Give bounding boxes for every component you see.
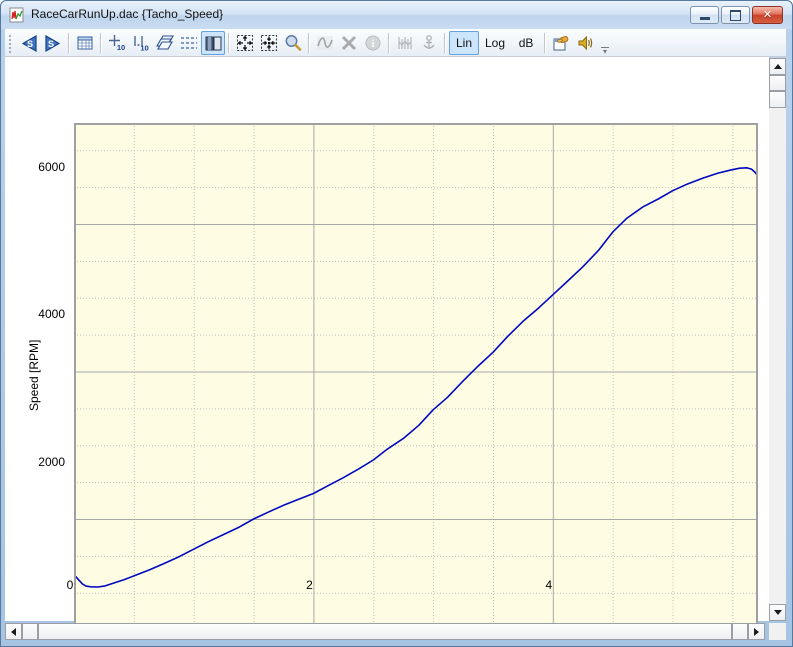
scale-linear-button[interactable]: Lin: [449, 31, 479, 55]
close-button[interactable]: ✕: [752, 6, 783, 24]
horizontal-scroll-thumb[interactable]: [38, 623, 732, 640]
zoom-tool-button[interactable]: [281, 31, 305, 55]
transfer-data-button[interactable]: [549, 31, 573, 55]
x-tick-label: 4: [529, 578, 569, 592]
anchor-icon: [419, 33, 439, 53]
svg-text:10: 10: [140, 43, 148, 52]
toolbar: S S 10 10 i LinLogdB ▾: [5, 29, 786, 57]
zoom-out-arrows-icon: [235, 33, 255, 53]
stacked-curves-button[interactable]: [153, 31, 177, 55]
chart-area: Speed [RPM] Time [Sec] 200040006000024: [5, 57, 769, 621]
vertical-scroll-thumb[interactable]: [769, 91, 786, 108]
vertical-cursors-button[interactable]: 10: [129, 31, 153, 55]
right-arrow-icon: [754, 628, 759, 636]
line-segments-button[interactable]: [177, 31, 201, 55]
scroll-up-button[interactable]: [769, 58, 786, 75]
data-grid-button[interactable]: [73, 31, 97, 55]
down-arrow-icon: [774, 610, 782, 615]
left-zoom-handle[interactable]: [22, 623, 38, 640]
maximize-button[interactable]: [721, 6, 750, 24]
scale-log-button[interactable]: Log: [479, 31, 511, 55]
vertical-zoom-handle[interactable]: [769, 75, 786, 91]
y-tick-label: 6000: [17, 160, 65, 174]
toolbar-separator: [544, 33, 546, 53]
prev-s-icon: S: [19, 33, 39, 53]
toolbar-separator: [308, 33, 310, 53]
x-tick-label: 2: [289, 578, 329, 592]
window-title: RaceCarRunUp.dac {Tacho_Speed}: [31, 7, 223, 21]
toolbar-separator: [444, 33, 446, 53]
signal-info-button[interactable]: i: [361, 31, 385, 55]
vertical-scroll-track[interactable]: [769, 108, 786, 604]
x-tick-label: 0: [50, 578, 90, 592]
split-view-icon: [203, 33, 223, 53]
split-display-button[interactable]: [201, 31, 225, 55]
horizontal-scrollbar[interactable]: [5, 623, 765, 640]
harmonic-cursor-button[interactable]: [417, 31, 441, 55]
vertical-scrollbar[interactable]: [769, 58, 786, 621]
y-tick-label: 4000: [17, 307, 65, 321]
toolbar-separator: [388, 33, 390, 53]
transfer-icon: [551, 33, 571, 53]
svg-text:i: i: [372, 39, 375, 50]
cascade-icon: [155, 33, 175, 53]
dashed-rows-icon: [179, 33, 199, 53]
left-arrow-icon: [11, 628, 16, 636]
x-mark-icon: [339, 33, 359, 53]
minimize-button[interactable]: [690, 6, 719, 24]
zoom-full-range-button[interactable]: [233, 31, 257, 55]
crosshair-10-icon: 10: [107, 33, 127, 53]
toolbar-separator: [228, 33, 230, 53]
play-sound-button[interactable]: [573, 31, 597, 55]
scroll-right-button[interactable]: [748, 623, 765, 640]
next-s-icon: S: [43, 33, 63, 53]
curve-window: RaceCarRunUp.dac {Tacho_Speed} ✕ S S 10 10 i…: [0, 0, 793, 647]
scrollbar-corner: [769, 623, 786, 640]
toolbar-separator: [68, 33, 70, 53]
plot-area[interactable]: [74, 123, 758, 627]
remove-signal-button[interactable]: [337, 31, 361, 55]
minimize-icon: [700, 17, 710, 20]
curve-window-icon: [9, 7, 25, 23]
title-bar[interactable]: RaceCarRunUp.dac {Tacho_Speed} ✕: [1, 1, 792, 29]
zoom-in-arrows-icon: [259, 33, 279, 53]
toolbar-grip[interactable]: [7, 33, 15, 53]
cursors-10-icon: 10: [131, 33, 151, 53]
scale-db-button[interactable]: dB: [511, 31, 541, 55]
measure-cursor-button[interactable]: 10: [105, 31, 129, 55]
svg-text:10: 10: [117, 43, 125, 52]
chevron-down-icon: ▾: [603, 47, 607, 56]
maximize-icon: [730, 10, 741, 21]
svg-text:S: S: [27, 39, 33, 49]
scroll-left-button[interactable]: [5, 623, 22, 640]
next-event-button[interactable]: S: [41, 31, 65, 55]
spectrum-cursor-button[interactable]: [393, 31, 417, 55]
y-axis-label: Speed [RPM]: [27, 315, 41, 435]
svg-text:S: S: [48, 39, 54, 49]
up-arrow-icon: [774, 64, 782, 69]
scroll-down-button[interactable]: [769, 604, 786, 621]
magnifier-icon: [283, 33, 303, 53]
comb-icon: [395, 33, 415, 53]
edit-signal-button[interactable]: [313, 31, 337, 55]
speaker-icon: [575, 33, 595, 53]
wave-icon: [315, 33, 335, 53]
zoom-to-range-button[interactable]: [257, 31, 281, 55]
right-zoom-handle[interactable]: [732, 623, 748, 640]
toolbar-separator: [100, 33, 102, 53]
toolbar-overflow-button[interactable]: ▾: [599, 47, 611, 54]
close-icon: ✕: [763, 10, 772, 21]
y-tick-label: 2000: [17, 455, 65, 469]
data-grid-icon: [75, 33, 95, 53]
info-icon: i: [363, 33, 383, 53]
previous-event-button[interactable]: S: [17, 31, 41, 55]
